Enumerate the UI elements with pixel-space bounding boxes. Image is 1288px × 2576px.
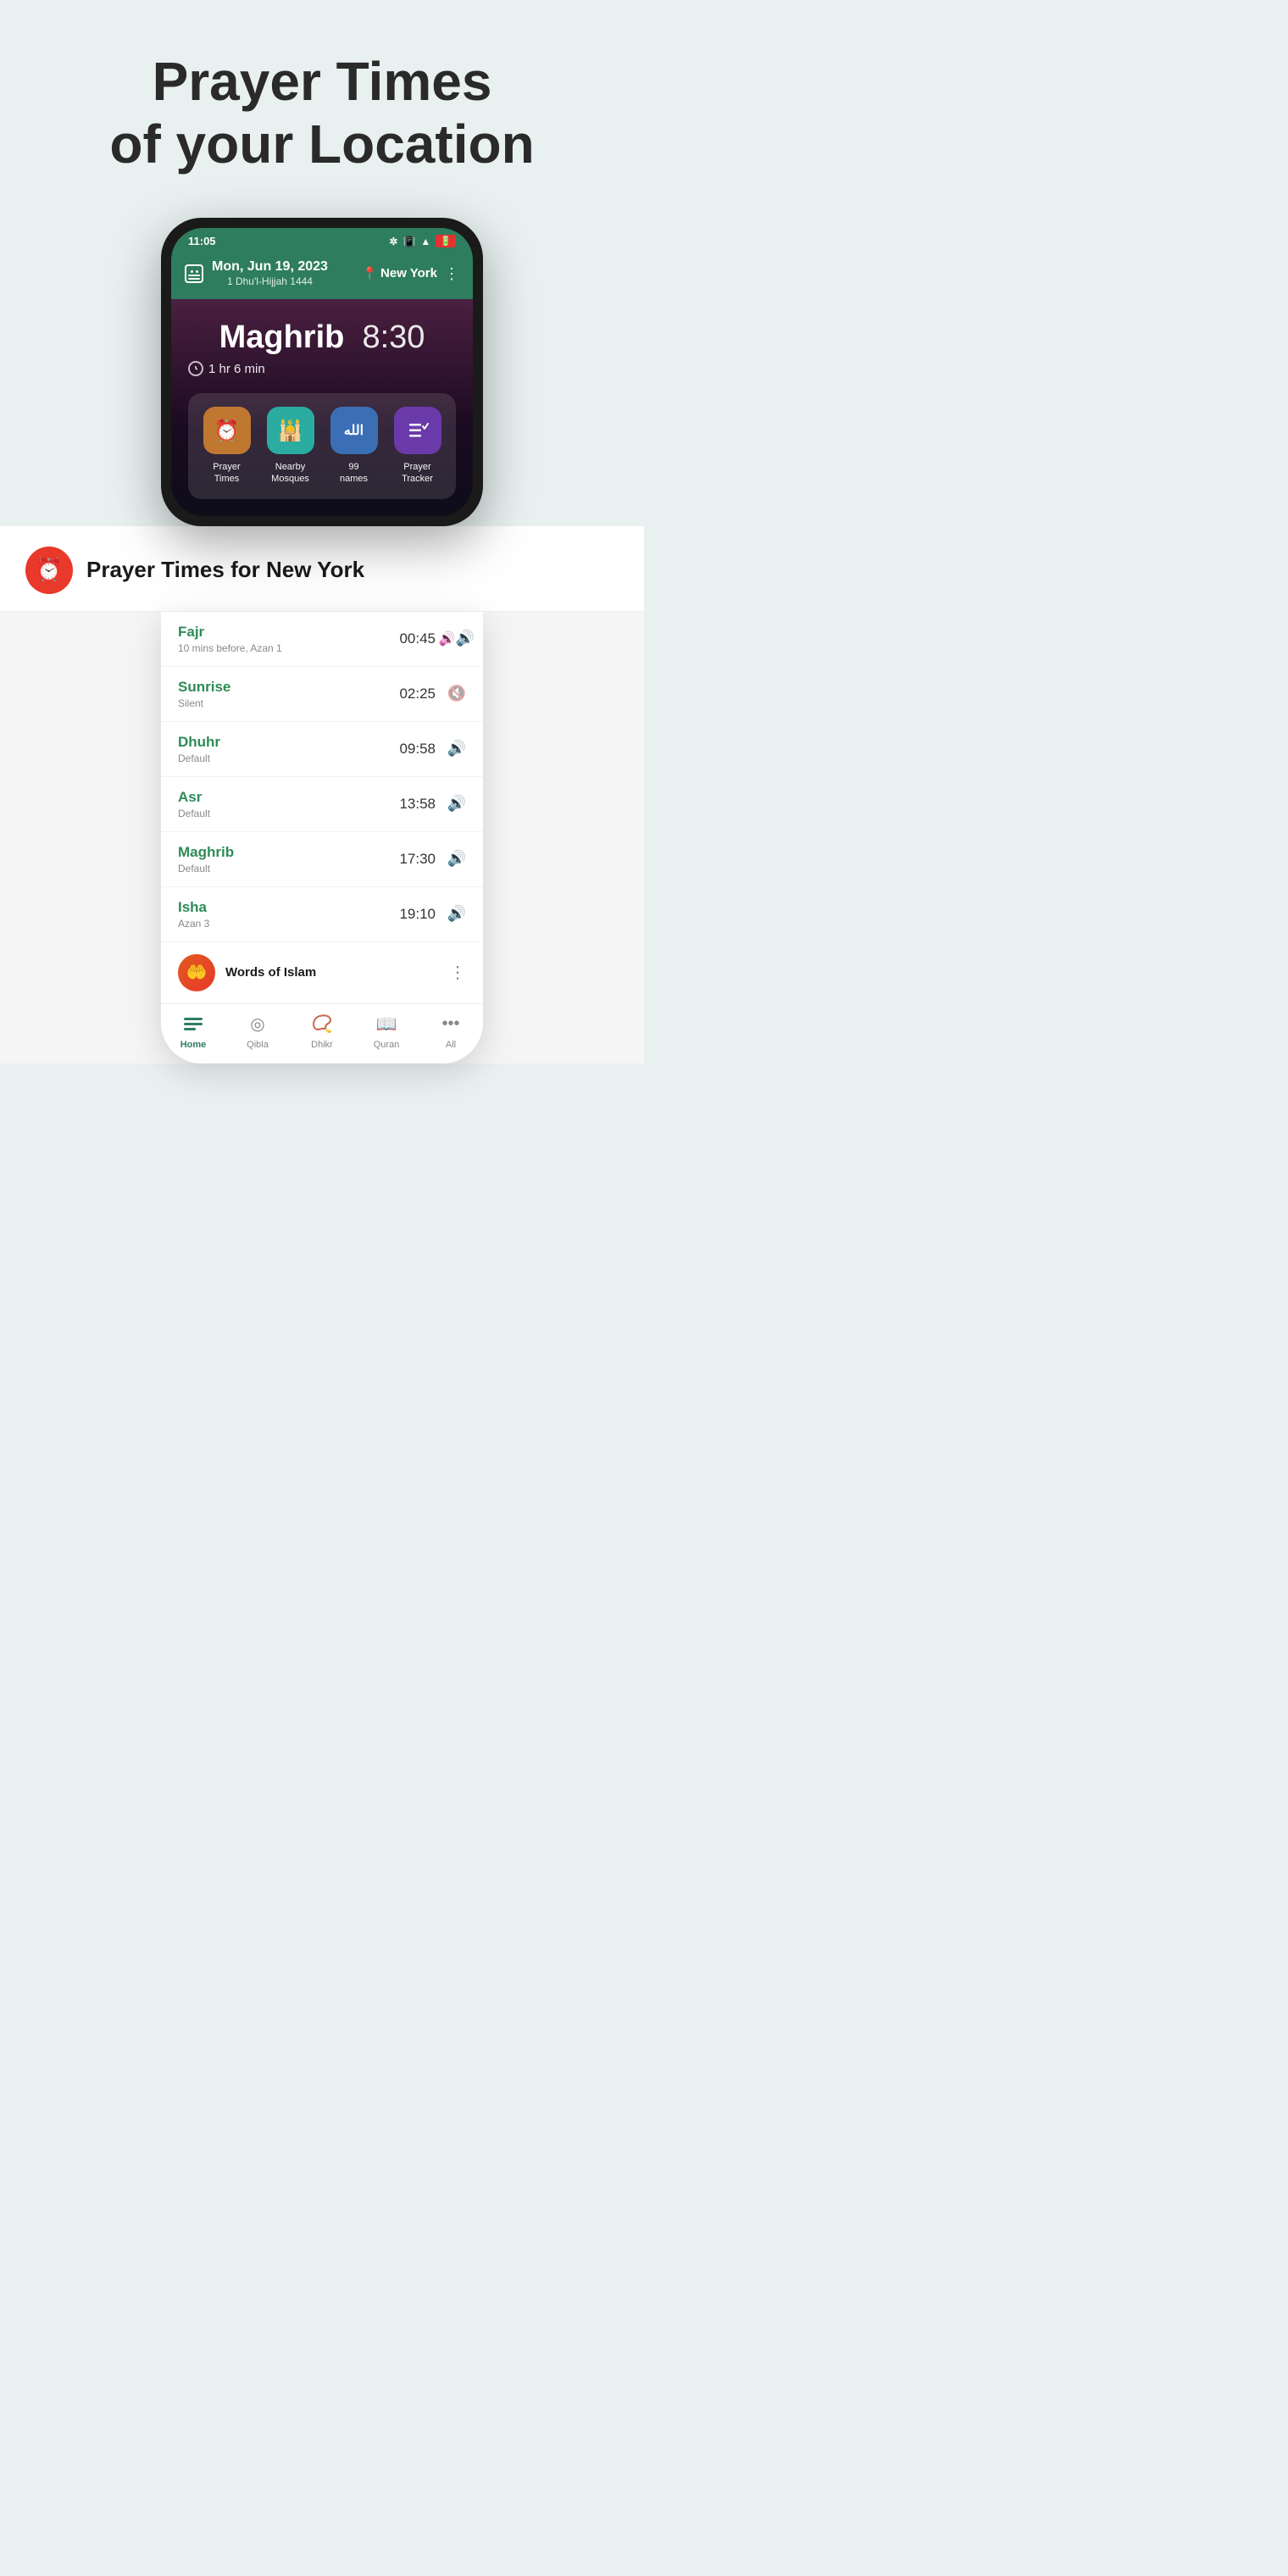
phone-screen-1: 11:05 ✲ 📳 ▲ 🔋 — [171, 228, 473, 516]
nearby-mosques-icon: 🕌 — [267, 407, 314, 454]
phone-mockup-1: 11:05 ✲ 📳 ▲ 🔋 — [25, 218, 619, 526]
phone-mockup-2: Fajr 10 mins before, Azan 1 00:45 🔊 Sunr… — [161, 612, 483, 1063]
prayer-times-icon: ⏰ — [203, 407, 251, 454]
countdown-clock-icon — [188, 361, 203, 376]
prayer-row-sunrise[interactable]: Sunrise Silent 02:25 🔇 — [161, 667, 483, 722]
nav-qibla[interactable]: ◎ Qibla — [225, 1013, 290, 1050]
current-prayer-name-time: Maghrib 8:30 — [188, 319, 456, 356]
section2: ⏰ Prayer Times for New York Fajr 10 mins… — [0, 526, 644, 1063]
prayer-times-label: PrayerTimes — [213, 461, 240, 486]
prayer-countdown: 1 hr 6 min — [188, 361, 456, 376]
battery-icon: 🔋 — [436, 235, 456, 247]
bottom-nav: Home ◎ Qibla 📿 Dhikr 📖 Quran ••• All — [161, 1003, 483, 1063]
nearby-mosques-label: NearbyMosques — [271, 461, 309, 486]
section2-header: ⏰ Prayer Times for New York — [0, 526, 644, 612]
app-header: Mon, Jun 19, 2023 1 Dhu'l-Hijjah 1444 📍 … — [171, 254, 473, 299]
isha-sound-icon[interactable]: 🔊 — [447, 905, 466, 924]
prayer-display: Maghrib 8:30 1 hr 6 min — [171, 299, 473, 516]
action-nearby-mosques[interactable]: 🕌 NearbyMosques — [262, 407, 319, 486]
header-hijri: 1 Dhu'l-Hijjah 1444 — [212, 275, 328, 287]
dhikr-icon: 📿 — [310, 1013, 334, 1036]
wifi-icon: ▲ — [420, 236, 430, 247]
words-of-islam-row[interactable]: 🤲 Words of Islam ⋮ — [161, 942, 483, 1003]
nav-all[interactable]: ••• All — [419, 1013, 483, 1050]
status-bar: 11:05 ✲ 📳 ▲ 🔋 — [171, 228, 473, 254]
prayer-row-dhuhr[interactable]: Dhuhr Default 09:58 🔊 — [161, 722, 483, 777]
tracker-label: PrayerTracker — [402, 461, 433, 486]
dhuhr-sound-icon[interactable]: 🔊 — [447, 740, 466, 758]
nav-all-label: All — [446, 1040, 456, 1050]
maghrib-sound-icon[interactable]: 🔊 — [447, 850, 466, 869]
action-prayer-tracker[interactable]: PrayerTracker — [389, 407, 446, 486]
names-label: 99names — [340, 461, 368, 486]
prayer-row-maghrib[interactable]: Maghrib Default 17:30 🔊 — [161, 832, 483, 887]
tracker-icon — [394, 407, 441, 454]
words-more-icon[interactable]: ⋮ — [449, 962, 466, 983]
hero-title: Prayer Times of your Location — [25, 51, 619, 175]
nav-qibla-label: Qibla — [247, 1040, 269, 1050]
header-date: Mon, Jun 19, 2023 — [212, 259, 328, 275]
nav-home[interactable]: Home — [161, 1013, 225, 1050]
sunrise-sound-icon[interactable]: 🔇 — [447, 685, 466, 703]
nav-home-label: Home — [180, 1040, 207, 1050]
asr-sound-icon[interactable]: 🔊 — [447, 795, 466, 813]
header-right: 📍 New York ⋮ — [363, 266, 459, 281]
action-99-names[interactable]: الله 99names — [325, 407, 382, 486]
calendar-icon — [185, 264, 203, 283]
nav-dhikr[interactable]: 📿 Dhikr — [290, 1013, 354, 1050]
phone-frame-1: 11:05 ✲ 📳 ▲ 🔋 — [161, 218, 483, 526]
names-icon: الله — [330, 407, 378, 454]
nav-quran-label: Quran — [374, 1040, 400, 1050]
fajr-sound-icon[interactable]: 🔊 — [447, 630, 466, 648]
section2-title: Prayer Times for New York — [86, 557, 364, 583]
phone-mockup-2-wrapper: Fajr 10 mins before, Azan 1 00:45 🔊 Sunr… — [0, 612, 644, 1063]
bluetooth-icon: ✲ — [389, 236, 397, 247]
vibrate-icon: 📳 — [402, 236, 415, 247]
hero-section: Prayer Times of your Location 11:05 ✲ 📳 … — [0, 0, 644, 526]
action-prayer-times[interactable]: ⏰ PrayerTimes — [198, 407, 255, 486]
words-avatar: 🤲 — [178, 954, 215, 991]
status-time: 11:05 — [188, 235, 216, 247]
nav-dhikr-label: Dhikr — [311, 1040, 333, 1050]
status-icons: ✲ 📳 ▲ 🔋 — [389, 235, 456, 247]
prayer-row-isha[interactable]: Isha Azan 3 19:10 🔊 — [161, 887, 483, 942]
quick-actions-grid: ⏰ PrayerTimes 🕌 NearbyMosques الله 99nam… — [188, 393, 456, 499]
prayer-list: Fajr 10 mins before, Azan 1 00:45 🔊 Sunr… — [161, 612, 483, 942]
quran-icon: 📖 — [375, 1013, 398, 1036]
all-icon: ••• — [439, 1013, 463, 1036]
home-icon — [181, 1013, 205, 1036]
more-options-icon[interactable]: ⋮ — [444, 266, 459, 281]
prayer-row-fajr[interactable]: Fajr 10 mins before, Azan 1 00:45 🔊 — [161, 612, 483, 667]
nav-quran[interactable]: 📖 Quran — [354, 1013, 419, 1050]
prayer-row-asr[interactable]: Asr Default 13:58 🔊 — [161, 777, 483, 832]
location-pin-icon: 📍 — [363, 266, 377, 280]
location-label[interactable]: 📍 New York — [363, 266, 437, 280]
prayer-times-section-icon: ⏰ — [25, 547, 73, 594]
qibla-icon: ◎ — [246, 1013, 269, 1036]
words-title: Words of Islam — [225, 965, 316, 980]
